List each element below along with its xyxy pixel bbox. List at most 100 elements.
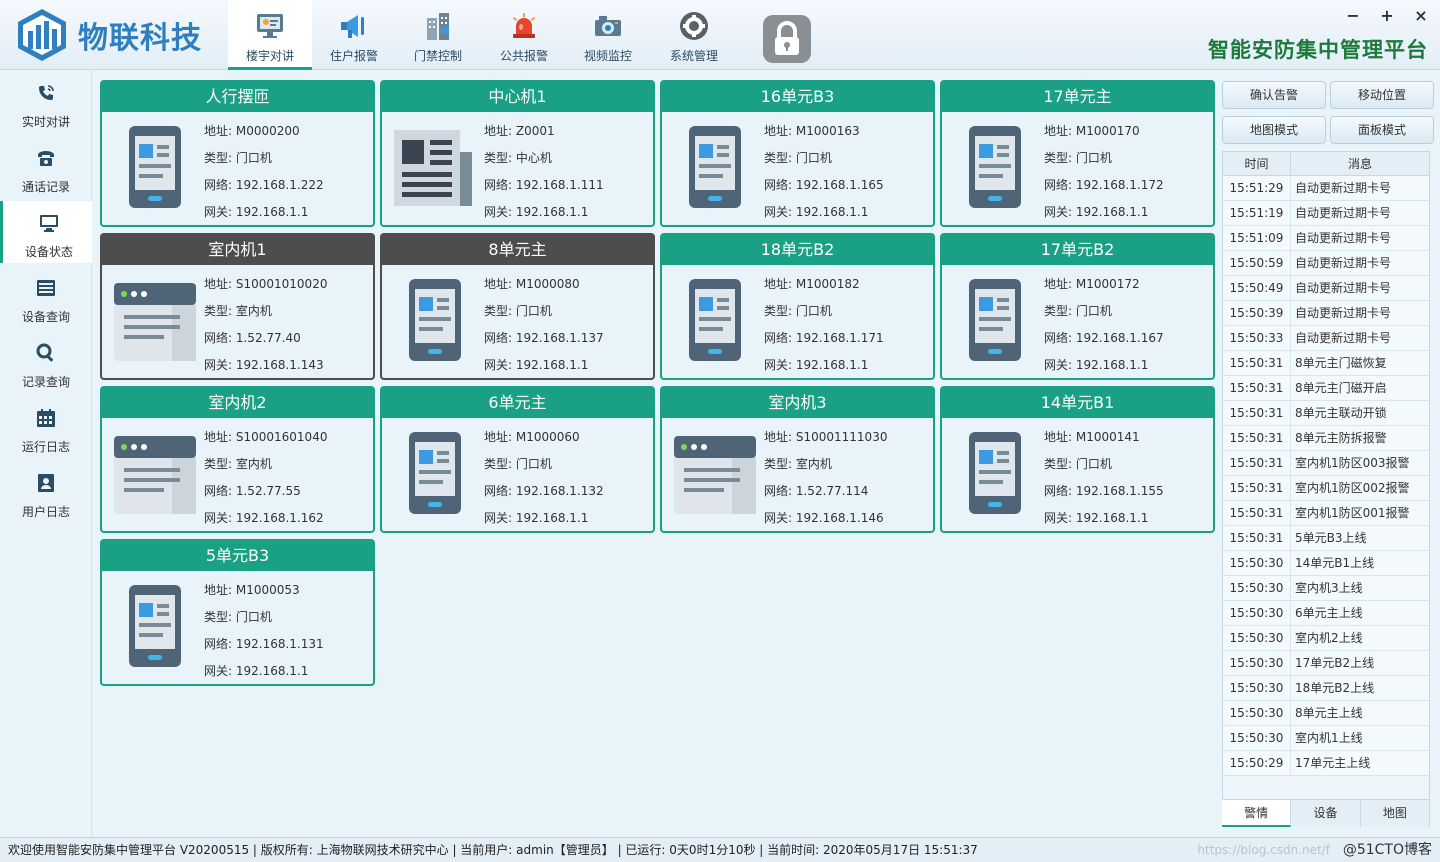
- tab-alarm[interactable]: 警情: [1222, 800, 1292, 827]
- phone-icon: [950, 122, 1040, 212]
- sidebar-item-record-query[interactable]: 记录查询: [0, 331, 92, 393]
- list-icon: [37, 280, 55, 296]
- table-row[interactable]: 15:50:31 8单元主联动开锁: [1223, 401, 1429, 426]
- device-card[interactable]: 室内机1 地址: S10001010020 类型: 室内机 网络: 1.52.77.4…: [100, 233, 375, 380]
- maximize-button[interactable]: +: [1380, 6, 1394, 25]
- device-info: 地址: S10001010020 类型: 室内机 网络: 1.52.77.40 网关:…: [204, 271, 327, 379]
- close-button[interactable]: ×: [1414, 6, 1428, 25]
- alarm-time: 15:50:30: [1223, 726, 1291, 750]
- move-position-button[interactable]: 移动位置: [1330, 81, 1434, 109]
- tab-device[interactable]: 设备: [1291, 800, 1361, 827]
- table-row[interactable]: 15:50:31 8单元主门磁恢复: [1223, 351, 1429, 376]
- column-header-message[interactable]: 消息: [1291, 152, 1429, 175]
- lock-button[interactable]: [763, 15, 811, 63]
- tab-map[interactable]: 地图: [1360, 800, 1430, 827]
- device-name: 17单元B2: [942, 235, 1213, 265]
- table-row[interactable]: 15:50:30 14单元B1上线: [1223, 551, 1429, 576]
- device-info: 地址: M1000060 类型: 门口机 网络: 192.168.1.132 网关: …: [484, 424, 604, 532]
- minimize-button[interactable]: −: [1346, 6, 1360, 25]
- table-row[interactable]: 15:50:30 18单元B2上线: [1223, 676, 1429, 701]
- nav-resident-alarm[interactable]: 住户报警: [312, 0, 396, 70]
- table-row[interactable]: 15:50:29 17单元主上线: [1223, 751, 1429, 776]
- nav-access-control[interactable]: 门禁控制: [396, 0, 480, 70]
- table-row[interactable]: 15:50:33 自动更新过期卡号: [1223, 326, 1429, 351]
- confirm-alarm-button[interactable]: 确认告警: [1222, 81, 1326, 109]
- table-row[interactable]: 15:50:31 8单元主门磁开启: [1223, 376, 1429, 401]
- alarm-time: 15:50:30: [1223, 576, 1291, 600]
- sidebar-item-run-log[interactable]: 运行日志: [0, 396, 92, 458]
- device-card[interactable]: 16单元B3 地址: M1000163 类型: 门口机 网络: 192.168.1.1…: [660, 80, 935, 227]
- nav-video-surveillance[interactable]: 视频监控: [566, 0, 650, 70]
- table-row[interactable]: 15:50:49 自动更新过期卡号: [1223, 276, 1429, 301]
- sidebar-label: 运行日志: [21, 440, 70, 454]
- nav-label: 系统管理: [669, 49, 718, 63]
- table-row[interactable]: 15:50:30 室内机2上线: [1223, 626, 1429, 651]
- nav-building-intercom[interactable]: 楼宇对讲: [228, 0, 312, 70]
- device-gateway: 网关: 192.168.1.146: [764, 511, 884, 525]
- alarm-time: 15:50:31: [1223, 451, 1291, 475]
- map-mode-button[interactable]: 地图模式: [1222, 116, 1326, 144]
- device-card[interactable]: 6单元主 地址: M1000060 类型: 门口机 网络: 192.168.1.132…: [380, 386, 655, 533]
- device-info: 地址: M0000200 类型: 门口机 网络: 192.168.1.222 网关: …: [204, 118, 324, 226]
- alarm-message: 室内机1防区003报警: [1295, 456, 1410, 470]
- device-card[interactable]: 17单元主 地址: M1000170 类型: 门口机 网络: 192.168.1.17…: [940, 80, 1215, 227]
- sidebar-label: 记录查询: [21, 375, 70, 389]
- device-type: 类型: 门口机: [764, 151, 832, 165]
- table-row[interactable]: 15:50:31 8单元主防拆报警: [1223, 426, 1429, 451]
- nav-label: 公共报警: [499, 49, 548, 63]
- alarm-time: 15:50:31: [1223, 526, 1291, 550]
- nav-label: 楼宇对讲: [245, 49, 294, 63]
- device-card[interactable]: 14单元B1 地址: M1000141 类型: 门口机 网络: 192.168.1.1…: [940, 386, 1215, 533]
- table-row[interactable]: 15:50:30 8单元主上线: [1223, 701, 1429, 726]
- device-name: 室内机2: [102, 388, 373, 418]
- device-card[interactable]: 5单元B3 地址: M1000053 类型: 门口机 网络: 192.168.1.13…: [100, 539, 375, 686]
- alarm-message: 室内机1上线: [1295, 731, 1363, 745]
- calendar-icon: [37, 409, 55, 427]
- device-type: 类型: 门口机: [1044, 304, 1112, 318]
- device-type: 类型: 门口机: [484, 304, 552, 318]
- sidebar-item-device-status[interactable]: 设备状态: [0, 201, 92, 263]
- table-row[interactable]: 15:50:30 室内机1上线: [1223, 726, 1429, 751]
- device-type: 类型: 中心机: [484, 151, 552, 165]
- table-row[interactable]: 15:50:31 5单元B3上线: [1223, 526, 1429, 551]
- nav-system-management[interactable]: 系统管理: [652, 0, 736, 70]
- device-gateway: 网关: 192.168.1.1: [764, 358, 869, 372]
- device-info: 地址: M1000170 类型: 门口机 网络: 192.168.1.172 网关: …: [1044, 118, 1164, 226]
- device-network: 网络: 192.168.1.172: [1044, 178, 1164, 192]
- sidebar-item-live-intercom[interactable]: 实时对讲: [0, 71, 92, 133]
- device-card[interactable]: 18单元B2 地址: M1000182 类型: 门口机 网络: 192.168.1.1…: [660, 233, 935, 380]
- device-gateway: 网关: 192.168.1.162: [204, 511, 324, 525]
- monitor-icon: [257, 14, 283, 38]
- sidebar-item-user-log[interactable]: 用户日志: [0, 461, 92, 523]
- search-icon: [36, 343, 54, 362]
- nav-public-alarm[interactable]: 公共报警: [482, 0, 566, 70]
- table-row[interactable]: 15:50:30 17单元B2上线: [1223, 651, 1429, 676]
- device-card[interactable]: 8单元主 地址: M1000080 类型: 门口机 网络: 192.168.1.137…: [380, 233, 655, 380]
- table-row[interactable]: 15:50:31 室内机1防区001报警: [1223, 501, 1429, 526]
- device-card[interactable]: 人行摆匝 地址: M0000200 类型: 门口机 网络: 192.168.1.222…: [100, 80, 375, 227]
- table-row[interactable]: 15:50:39 自动更新过期卡号: [1223, 301, 1429, 326]
- device-card[interactable]: 室内机3 地址: S10001111030 类型: 室内机 网络: 1.52.77.1…: [660, 386, 935, 533]
- device-type: 类型: 门口机: [1044, 151, 1112, 165]
- alarm-message: 室内机1防区002报警: [1295, 481, 1410, 495]
- sidebar-item-device-query[interactable]: 设备查询: [0, 266, 92, 328]
- phone-icon: [950, 275, 1040, 365]
- speaker-icon: [341, 15, 364, 38]
- table-row[interactable]: 15:50:59 自动更新过期卡号: [1223, 251, 1429, 276]
- device-network: 网络: 192.168.1.171: [764, 331, 884, 345]
- sidebar-item-call-records[interactable]: 通话记录: [0, 136, 92, 198]
- panel-mode-button[interactable]: 面板模式: [1330, 116, 1434, 144]
- table-row[interactable]: 15:50:31 室内机1防区003报警: [1223, 451, 1429, 476]
- table-row[interactable]: 15:50:30 室内机3上线: [1223, 576, 1429, 601]
- table-row[interactable]: 15:50:31 室内机1防区002报警: [1223, 476, 1429, 501]
- table-row[interactable]: 15:51:19 自动更新过期卡号: [1223, 201, 1429, 226]
- device-card[interactable]: 17单元B2 地址: M1000172 类型: 门口机 网络: 192.168.1.1…: [940, 233, 1215, 380]
- column-header-time[interactable]: 时间: [1223, 152, 1291, 175]
- alarm-message: 自动更新过期卡号: [1295, 231, 1392, 245]
- device-card[interactable]: 中心机1 地址: Z0001 类型: 中心机 网络: 192.168.1.111 网关:…: [380, 80, 655, 227]
- table-row[interactable]: 15:50:30 6单元主上线: [1223, 601, 1429, 626]
- device-card[interactable]: 室内机2 地址: S10001601040 类型: 室内机 网络: 1.52.77.5…: [100, 386, 375, 533]
- table-row[interactable]: 15:51:09 自动更新过期卡号: [1223, 226, 1429, 251]
- table-row[interactable]: 15:51:29 自动更新过期卡号: [1223, 176, 1429, 201]
- device-network: 网络: 192.168.1.111: [484, 178, 604, 192]
